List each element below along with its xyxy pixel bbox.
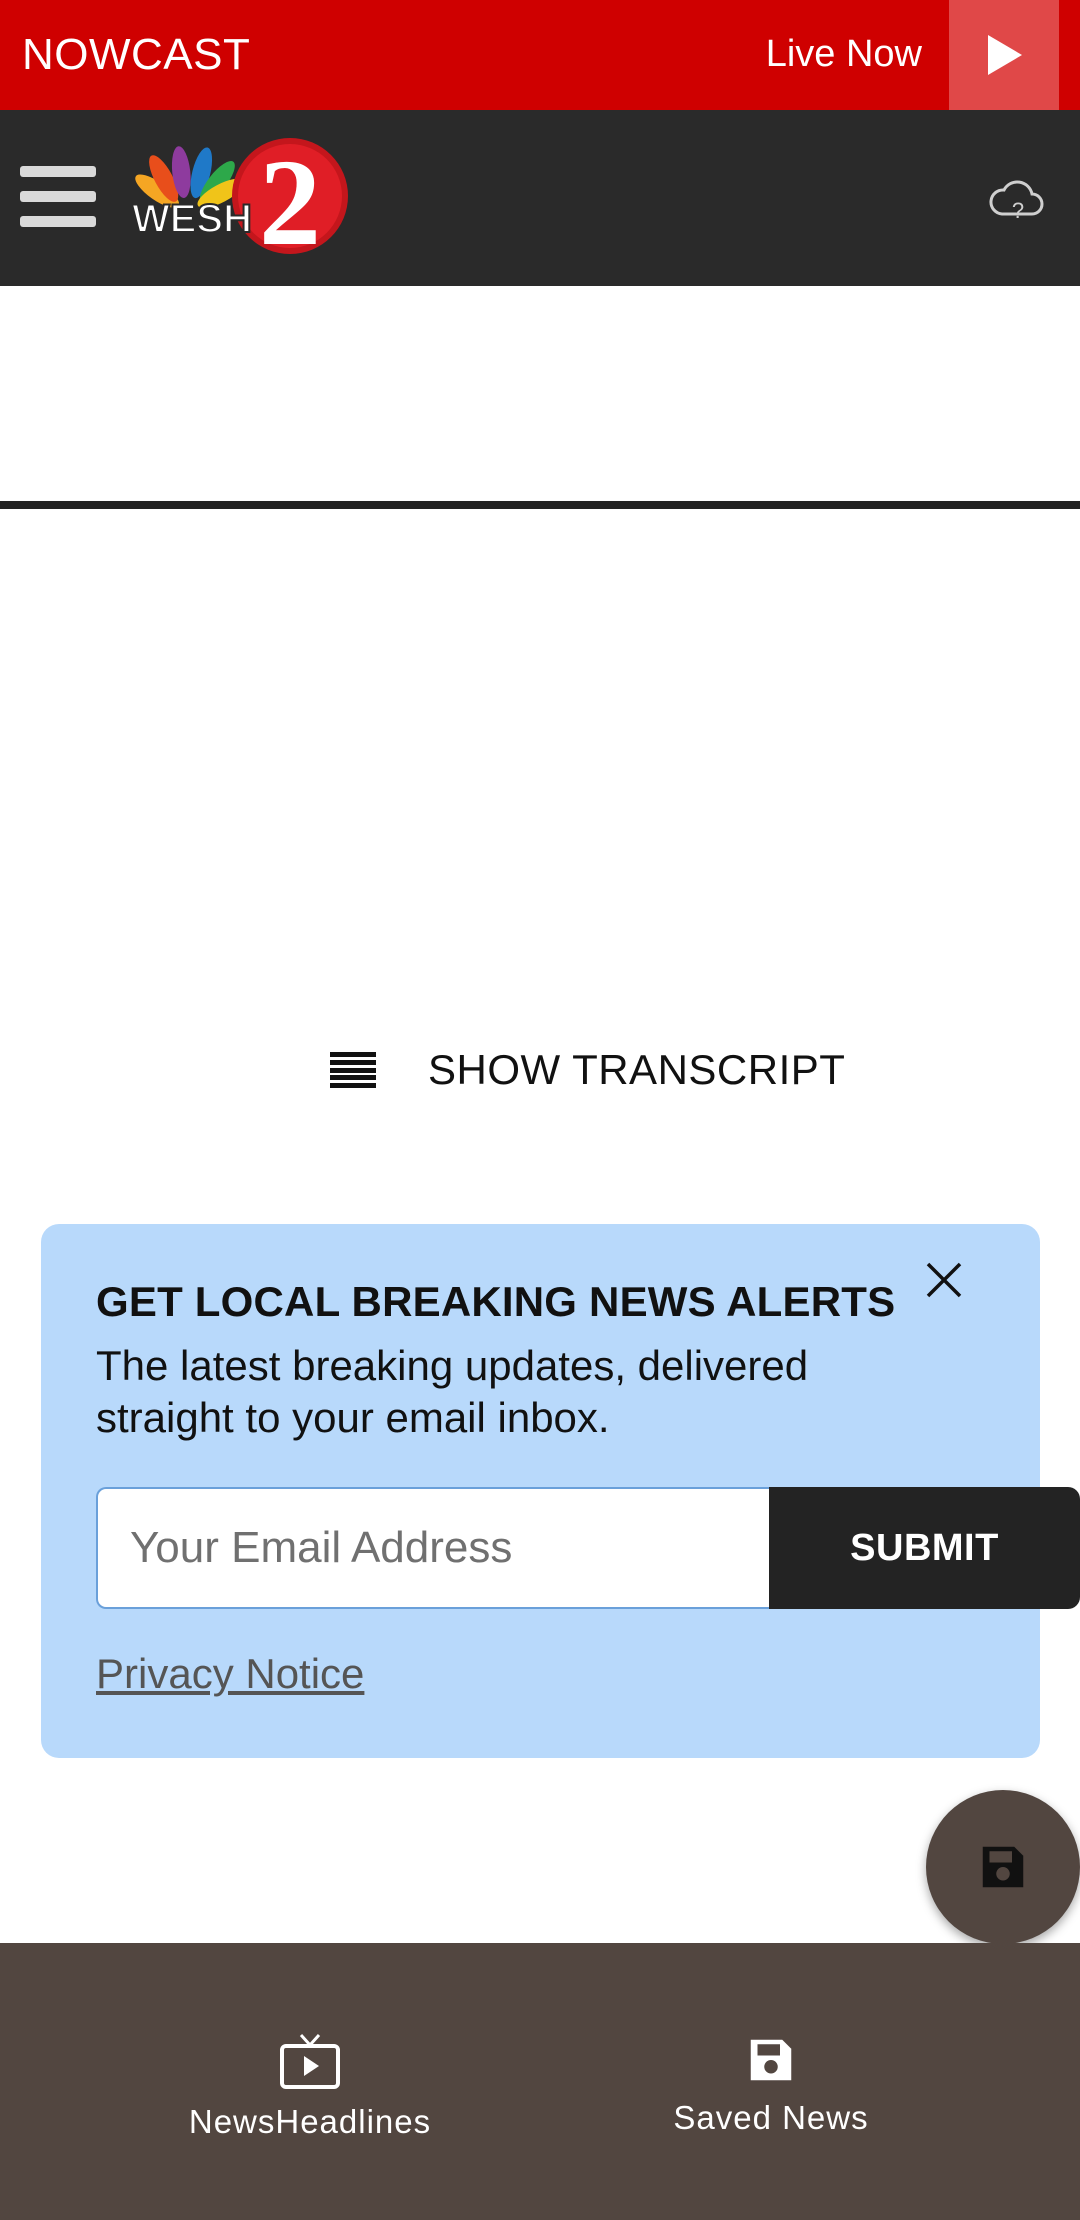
submit-button[interactable]: SUBMIT bbox=[769, 1487, 1080, 1609]
section-divider bbox=[0, 501, 1080, 509]
svg-text:WESH: WESH bbox=[132, 197, 252, 241]
nav-saved-news[interactable]: Saved News bbox=[646, 2033, 896, 2137]
svg-text:?: ? bbox=[1012, 198, 1024, 223]
transcript-lines-icon bbox=[330, 1052, 376, 1088]
nav-saved-news-label: Saved News bbox=[673, 2099, 869, 2136]
tv-play-icon bbox=[280, 2033, 340, 2089]
privacy-notice-link[interactable]: Privacy Notice bbox=[96, 1650, 364, 1698]
close-icon[interactable] bbox=[920, 1256, 968, 1304]
email-field[interactable] bbox=[96, 1487, 770, 1609]
live-play-button[interactable] bbox=[949, 0, 1059, 110]
show-transcript-label: SHOW TRANSCRIPT bbox=[428, 1046, 846, 1093]
wesh2-logo[interactable]: 2 WESH bbox=[132, 136, 352, 266]
nav-news-headlines-label: NewsHeadlines bbox=[188, 2103, 432, 2140]
nowcast-title: NOWCAST bbox=[22, 30, 251, 79]
menu-button[interactable] bbox=[20, 162, 98, 232]
alert-card-title: GET LOCAL BREAKING NEWS ALERTS bbox=[96, 1278, 896, 1325]
app-header: 2 WESH ? bbox=[0, 110, 1080, 286]
floppy-disk-icon bbox=[982, 1846, 1024, 1888]
floppy-disk-icon bbox=[750, 2039, 792, 2081]
alert-card-description: The latest breaking updates, delivered s… bbox=[96, 1342, 809, 1441]
save-article-fab[interactable] bbox=[926, 1790, 1080, 1944]
cloud-question-icon[interactable]: ? bbox=[988, 174, 1044, 224]
play-icon bbox=[988, 35, 1022, 75]
live-now-label[interactable]: Live Now bbox=[766, 0, 922, 110]
hamburger-menu-icon bbox=[20, 166, 96, 177]
show-transcript-button[interactable]: SHOW TRANSCRIPT bbox=[330, 1035, 845, 1105]
nav-news-headlines[interactable]: NewsHeadlines bbox=[185, 2033, 435, 2141]
video-player-area[interactable] bbox=[0, 509, 1080, 989]
svg-text:2: 2 bbox=[259, 136, 321, 266]
bottom-navigation: NewsHeadlines Saved News bbox=[0, 1943, 1080, 2220]
nowcast-live-banner[interactable]: NOWCAST Live Now bbox=[0, 0, 1080, 110]
ad-slot bbox=[0, 286, 1080, 501]
